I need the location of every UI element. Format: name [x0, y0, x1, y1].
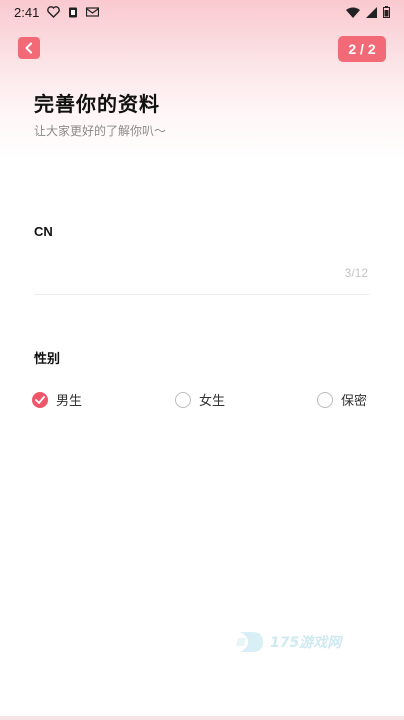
step-indicator: 2 / 2 [338, 36, 386, 62]
cn-field-label: CN [34, 224, 53, 239]
gender-option-label: 男生 [56, 394, 83, 409]
back-button[interactable] [18, 37, 40, 59]
clipboard-icon [69, 7, 78, 18]
radio-checked-icon [32, 391, 48, 408]
watermark-text: 175游戏网 [270, 635, 342, 651]
status-right [346, 6, 390, 18]
status-left: 2:41 [14, 4, 100, 20]
gender-label: 性别 [34, 352, 61, 367]
gender-option-female[interactable]: 女生 [175, 390, 225, 409]
status-time: 2:41 [14, 4, 40, 20]
cn-field-divider [34, 294, 370, 295]
radio-unchecked-icon [317, 391, 333, 408]
chevron-left-icon [25, 42, 32, 54]
page-title: 完善你的资料 [34, 92, 160, 116]
checkmark-icon [35, 395, 45, 404]
gender-option-label: 保密 [341, 394, 368, 409]
signal-icon [366, 6, 377, 18]
page-subtitle: 让大家更好的了解你叭～ [34, 124, 167, 138]
screen: 2:41 2 / 2 完善你的资料 让大家更好的了解你叭～ CN 3/12 性别… [0, 0, 404, 720]
bottom-edge [0, 716, 404, 720]
mail-icon [86, 7, 100, 17]
watermark: 175游戏网 [236, 628, 341, 656]
cn-char-counter: 3/12 [344, 266, 368, 280]
radio-unchecked-icon [175, 391, 191, 408]
heart-outline-icon [47, 6, 61, 18]
gender-option-label: 女生 [199, 394, 226, 409]
cn-input[interactable] [34, 260, 338, 290]
status-bar: 2:41 [0, 0, 404, 24]
watermark-logo-icon [236, 632, 263, 652]
gender-option-male[interactable]: 男生 [32, 390, 82, 409]
battery-icon [383, 6, 390, 18]
gender-option-secret[interactable]: 保密 [317, 390, 367, 409]
wifi-icon [346, 7, 360, 18]
